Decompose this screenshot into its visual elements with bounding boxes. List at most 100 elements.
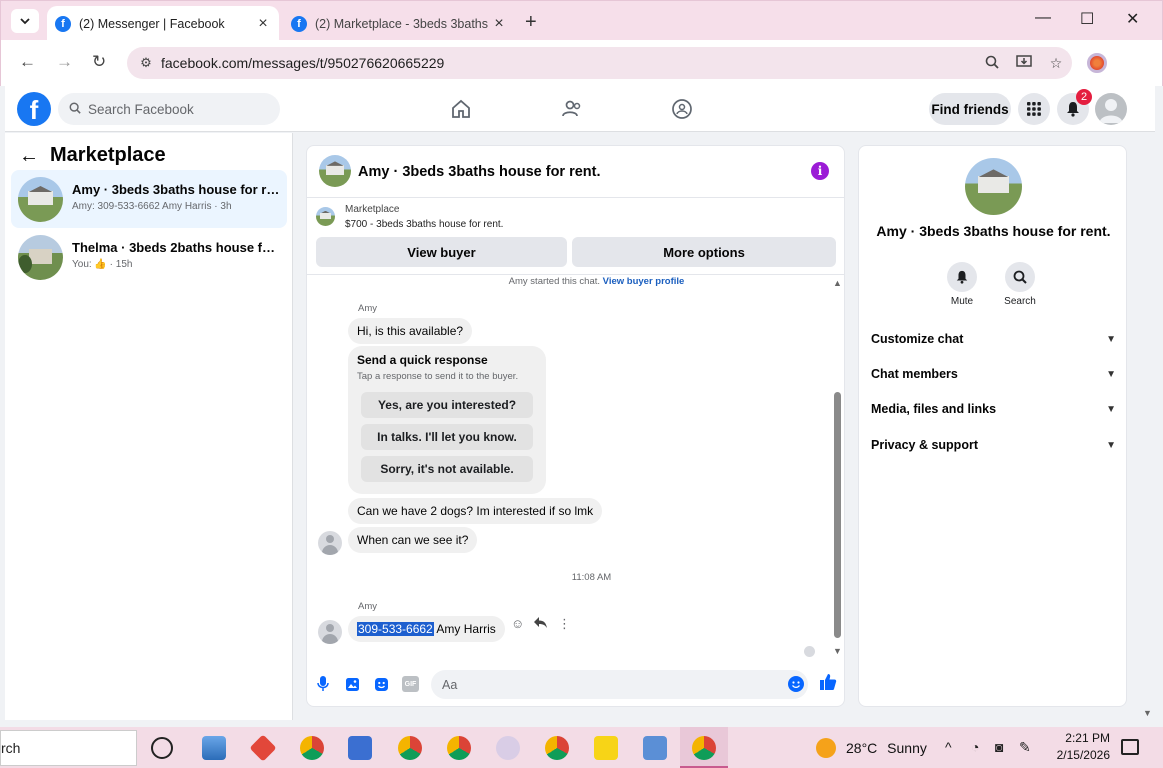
chrome-icon[interactable] bbox=[300, 736, 324, 760]
quick-reply-button[interactable]: Yes, are you interested? bbox=[361, 392, 533, 418]
message-bubble[interactable]: Hi, is this available? bbox=[348, 318, 473, 344]
omnibox[interactable]: ⚙ facebook.com/messages/t/95027662066522… bbox=[127, 47, 1072, 79]
quick-reply-button[interactable]: In talks. I'll let you know. bbox=[361, 424, 533, 450]
chrome-icon[interactable] bbox=[398, 736, 422, 760]
friends-icon[interactable] bbox=[561, 98, 585, 122]
sticky-notes-icon[interactable] bbox=[594, 736, 618, 760]
file-explorer-icon[interactable] bbox=[202, 736, 226, 760]
page-scrollbar[interactable]: ▼ bbox=[1141, 133, 1155, 720]
chat-members-section[interactable]: Chat members ▼ bbox=[871, 367, 1116, 381]
pen-icon[interactable]: ✎ bbox=[1019, 739, 1031, 756]
menu-grid-icon[interactable] bbox=[1018, 93, 1050, 125]
bookmark-star-icon[interactable]: ☆ bbox=[1040, 55, 1072, 72]
close-tab-icon[interactable]: × bbox=[489, 15, 509, 33]
info-icon[interactable]: i bbox=[811, 162, 829, 180]
facebook-search-input[interactable]: Search Facebook bbox=[58, 93, 280, 125]
temperature: 28°C bbox=[846, 740, 878, 756]
facebook-header: f Search Facebook Find friends 2 bbox=[5, 86, 1155, 132]
media-files-links-section[interactable]: Media, files and links ▼ bbox=[871, 402, 1116, 416]
site-info-icon[interactable]: ⚙ bbox=[131, 55, 161, 71]
reload-icon[interactable]: ↻ bbox=[92, 52, 106, 72]
back-arrow-icon[interactable]: ← bbox=[19, 52, 36, 72]
taskbar-clock[interactable]: 2:21 PM 2/15/2026 bbox=[1050, 730, 1110, 764]
selected-phone-number[interactable]: 309-533-6662 bbox=[357, 622, 434, 636]
find-friends-button[interactable]: Find friends bbox=[929, 93, 1011, 125]
message-bubble[interactable]: Can we have 2 dogs? Im interested if so … bbox=[348, 498, 603, 524]
url-text[interactable]: facebook.com/messages/t/950276620665229 bbox=[161, 55, 976, 71]
privacy-support-section[interactable]: Privacy & support ▼ bbox=[871, 438, 1116, 452]
section-label: Media, files and links bbox=[871, 402, 997, 416]
tab-marketplace[interactable]: f (2) Marketplace - 3beds 3baths × bbox=[283, 6, 515, 41]
customize-chat-section[interactable]: Customize chat ▼ bbox=[871, 332, 1116, 346]
more-actions-icon[interactable]: ⋮ bbox=[558, 616, 571, 632]
scroll-down-icon[interactable]: ▼ bbox=[833, 646, 842, 656]
minimize-button[interactable]: — bbox=[1035, 9, 1051, 27]
quick-reply-button[interactable]: Sorry, it's not available. bbox=[361, 456, 533, 482]
listing-price-title[interactable]: $700 - 3beds 3baths house for rent. bbox=[345, 219, 503, 230]
home-icon[interactable] bbox=[450, 98, 474, 122]
listing-photo[interactable] bbox=[319, 155, 351, 187]
listing-thumbnail bbox=[316, 207, 335, 226]
scrollbar-thumb[interactable] bbox=[834, 392, 841, 638]
install-app-icon[interactable] bbox=[1008, 54, 1040, 72]
cortana-icon[interactable] bbox=[151, 737, 173, 759]
more-options-button[interactable]: More options bbox=[572, 237, 836, 267]
clock-time: 2:21 PM bbox=[1065, 731, 1110, 745]
webcam-icon[interactable]: ◙ bbox=[995, 739, 1003, 755]
extension-icon[interactable] bbox=[1087, 53, 1107, 73]
zoom-icon[interactable] bbox=[976, 55, 1008, 72]
tab-messenger[interactable]: f (2) Messenger | Facebook × bbox=[47, 6, 279, 41]
conversation-item[interactable]: Amy · 3beds 3baths house for rent. Amy: … bbox=[11, 170, 287, 228]
notification-center-icon[interactable] bbox=[1121, 739, 1139, 755]
scroll-down-icon[interactable]: ▼ bbox=[1143, 708, 1152, 718]
taskbar-search-box[interactable]: rch bbox=[0, 730, 137, 766]
listing-photo[interactable] bbox=[965, 158, 1022, 215]
section-label: Chat members bbox=[871, 367, 958, 381]
remote-desktop-icon[interactable] bbox=[643, 736, 667, 760]
chat-title[interactable]: Amy · 3beds 3baths house for rent. bbox=[358, 164, 601, 180]
maximize-button[interactable]: ☐ bbox=[1080, 9, 1094, 29]
sender-avatar[interactable] bbox=[318, 620, 342, 644]
listing-photo bbox=[18, 177, 63, 222]
snipping-tool-icon[interactable] bbox=[496, 736, 520, 760]
facebook-favicon-icon: f bbox=[55, 15, 71, 32]
conversation-list-panel: ← Marketplace Amy · 3beds 3baths house f… bbox=[5, 133, 293, 720]
react-emoji-icon[interactable]: ☺ bbox=[511, 616, 524, 631]
facebook-logo[interactable]: f bbox=[17, 92, 51, 126]
chevron-up-icon[interactable]: ^ bbox=[945, 739, 952, 755]
app-icon[interactable] bbox=[249, 734, 277, 762]
chat-scrollbar[interactable]: ▲ ▼ bbox=[831, 276, 843, 661]
reply-icon[interactable] bbox=[533, 616, 548, 632]
gif-icon[interactable]: GIF bbox=[402, 676, 419, 692]
sticker-icon[interactable] bbox=[373, 676, 389, 692]
close-tab-icon[interactable]: × bbox=[253, 15, 273, 33]
message-bubble[interactable]: 309-533-6662 Amy Harris bbox=[348, 616, 505, 642]
new-tab-button[interactable]: + bbox=[525, 11, 537, 34]
like-thumb-icon[interactable] bbox=[819, 673, 837, 696]
message-bubble[interactable]: When can we see it? bbox=[348, 527, 478, 553]
chrome-icon[interactable] bbox=[447, 736, 471, 760]
conversation-item[interactable]: Thelma · 3beds 2baths house for r... You… bbox=[11, 228, 287, 286]
scroll-up-icon[interactable]: ▲ bbox=[833, 278, 842, 288]
search-button[interactable]: Search bbox=[995, 262, 1045, 307]
chrome-icon[interactable] bbox=[545, 736, 569, 760]
tab-search-button[interactable] bbox=[11, 9, 39, 33]
network-icon[interactable]: ◔ bbox=[971, 739, 979, 755]
view-buyer-profile-link[interactable]: View buyer profile bbox=[603, 276, 685, 287]
groups-icon[interactable] bbox=[671, 98, 695, 122]
chrome-icon[interactable] bbox=[692, 736, 716, 760]
sender-avatar[interactable] bbox=[318, 531, 342, 555]
view-buyer-button[interactable]: View buyer bbox=[316, 237, 567, 267]
mute-button[interactable]: Mute bbox=[937, 262, 987, 307]
microphone-icon[interactable] bbox=[315, 676, 331, 692]
profile-avatar[interactable] bbox=[1095, 93, 1127, 125]
emoji-icon[interactable] bbox=[788, 676, 804, 692]
close-window-button[interactable]: ✕ bbox=[1126, 9, 1139, 29]
message-input[interactable]: Aa bbox=[431, 670, 808, 699]
weather-widget[interactable]: 28°C Sunny bbox=[846, 740, 927, 756]
forward-arrow-icon[interactable]: → bbox=[56, 52, 73, 72]
recorder-icon[interactable] bbox=[348, 736, 372, 760]
conversation-preview: Amy: 309-533-6662 Amy Harris · 3h bbox=[72, 201, 232, 212]
back-arrow-icon[interactable]: ← bbox=[19, 145, 39, 168]
photo-icon[interactable] bbox=[344, 676, 360, 692]
